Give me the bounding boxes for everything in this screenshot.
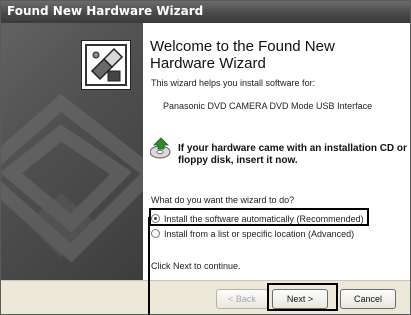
callout-line	[148, 217, 150, 315]
continue-text: Click Next to continue.	[151, 261, 241, 271]
device-name: Panasonic DVD CAMERA DVD Mode USB Interf…	[163, 101, 373, 111]
back-button[interactable]: < Back	[216, 289, 268, 309]
option-label: Install from a list or specific location…	[164, 228, 355, 239]
hardware-wizard-icon	[81, 40, 131, 90]
highlight-next-button	[267, 283, 338, 311]
window-title: Found New Hardware Wizard	[7, 4, 204, 18]
wizard-button-bar: < Back Next > Cancel	[1, 280, 410, 314]
intro-text: This wizard helps you install software f…	[151, 78, 316, 88]
highlight-automatic-option	[149, 208, 369, 226]
wizard-question: What do you want the wizard to do?	[151, 195, 295, 205]
cd-disk-icon	[149, 136, 174, 160]
welcome-heading: Welcome to the Found New Hardware Wizard	[150, 38, 335, 72]
wizard-side-panel	[1, 23, 143, 280]
title-bar[interactable]: Found New Hardware Wizard	[1, 1, 410, 23]
cancel-button[interactable]: Cancel	[340, 289, 396, 309]
wizard-content: Welcome to the Found New Hardware Wizard…	[143, 23, 410, 280]
radio-unselected[interactable]	[151, 229, 160, 238]
wizard-window: Found New Hardware Wizard Welcome to the…	[0, 0, 411, 315]
insert-media-note: If your hardware came with an installati…	[178, 143, 407, 166]
option-install-from-list[interactable]: Install from a list or specific location…	[151, 227, 354, 240]
